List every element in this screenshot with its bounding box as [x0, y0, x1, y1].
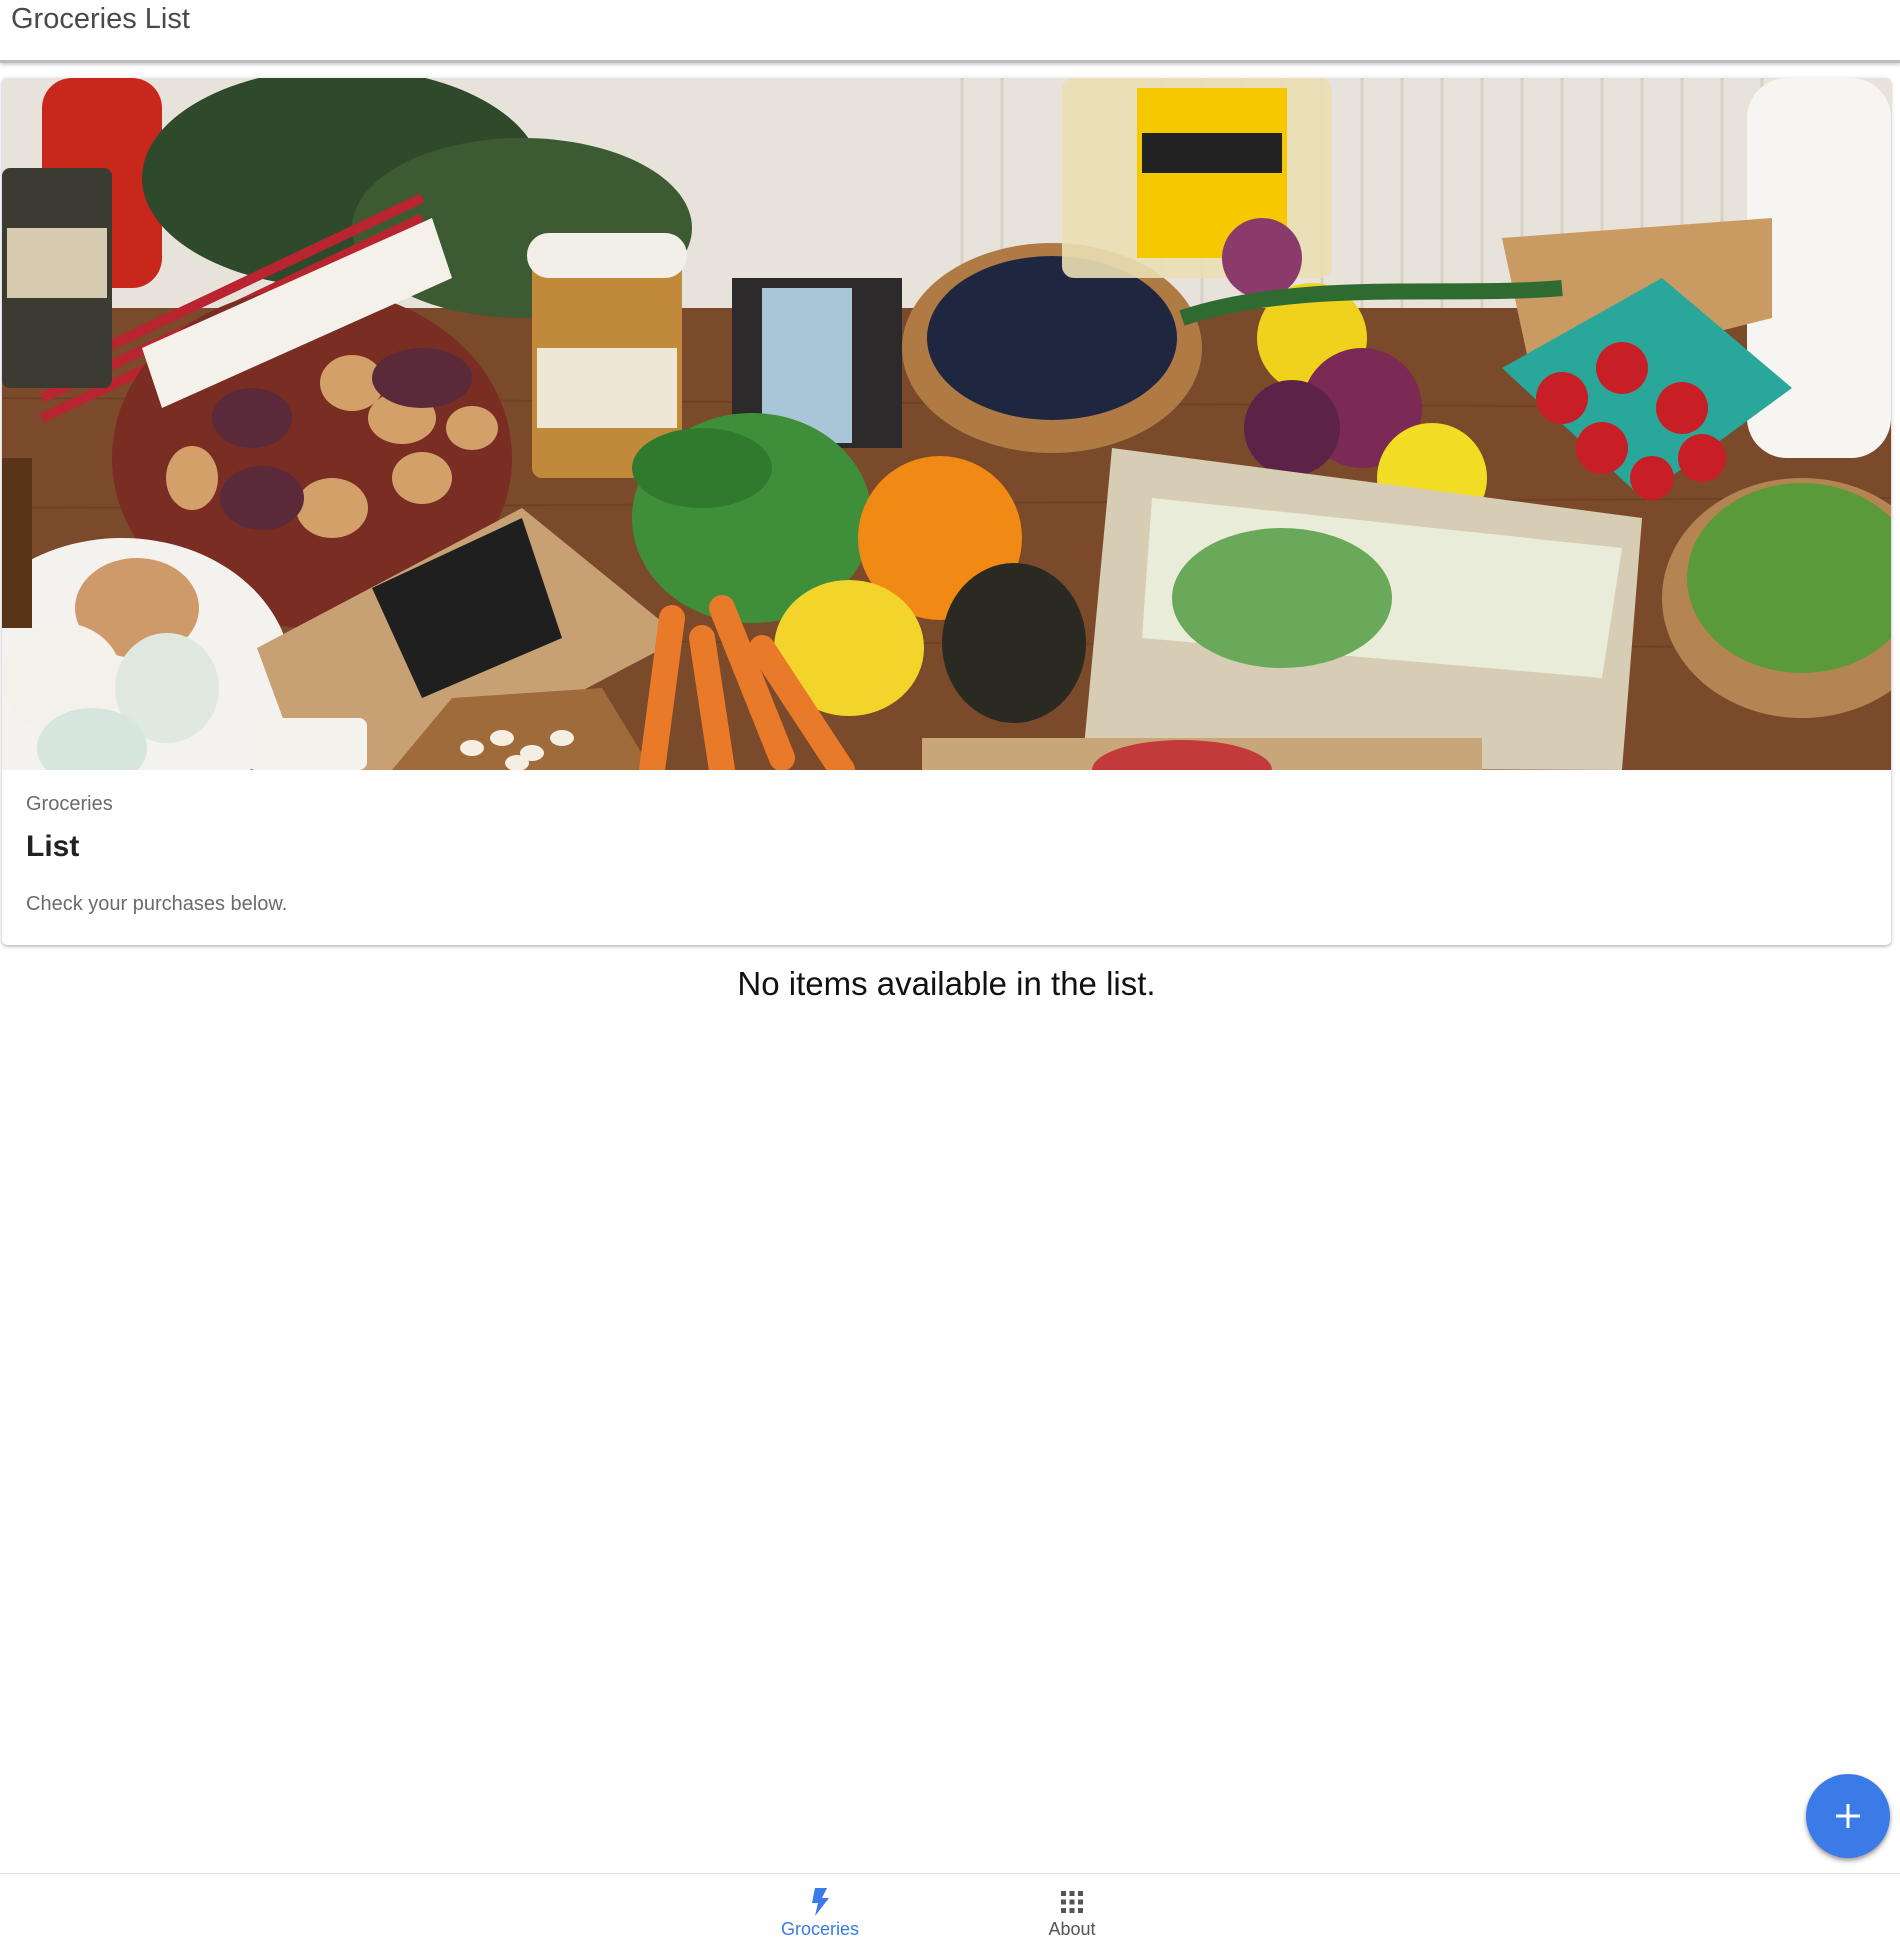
bottom-navigation: Groceries About [0, 1873, 1900, 1955]
empty-list-message: No items available in the list. [737, 965, 1156, 1002]
card-description: Check your purchases below. [26, 893, 288, 915]
bolt-icon [806, 1888, 834, 1916]
nav-label-about: About [1048, 1919, 1096, 1939]
nav-item-groceries[interactable]: Groceries [740, 1888, 900, 1952]
page: Groceries List Groceries List Check your… [0, 0, 1900, 1955]
groceries-hero-image [2, 78, 1891, 770]
card-title: List [26, 830, 80, 863]
nav-item-about[interactable]: About [992, 1888, 1152, 1952]
plus-icon [1836, 1804, 1860, 1828]
card-subtitle: Groceries [26, 793, 113, 815]
app-title: Groceries List [11, 2, 190, 35]
groceries-card: Groceries List Check your purchases belo… [2, 78, 1891, 945]
add-item-button[interactable] [1806, 1774, 1890, 1858]
nav-label-groceries: Groceries [780, 1919, 860, 1939]
top-app-bar: Groceries List [0, 0, 1900, 63]
grid-icon [1058, 1888, 1086, 1916]
